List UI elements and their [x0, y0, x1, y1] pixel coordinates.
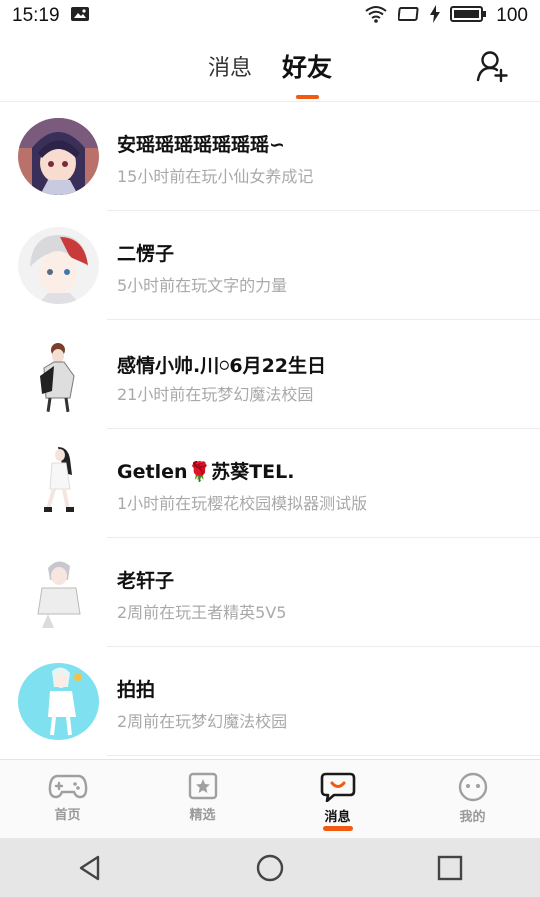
status-time: 15:19	[12, 5, 60, 26]
friend-row[interactable]: 老轩子 2周前在玩王者精英5V5	[0, 538, 540, 647]
status-right: 100	[364, 4, 528, 28]
avatar[interactable]	[18, 336, 99, 413]
add-friend-button[interactable]	[472, 46, 512, 86]
header: 消息 好友	[0, 32, 540, 102]
nav-label: 精选	[189, 808, 216, 823]
screen-icon	[397, 5, 420, 28]
friend-name: Getlen🌹苏葵TEL.	[117, 461, 295, 483]
status-bar: 15:19 100	[0, 0, 540, 32]
star-card-icon	[188, 772, 217, 800]
friend-status: 1小时前在玩樱花校园模拟器测试版	[117, 494, 368, 513]
active-tab-indicator	[296, 95, 319, 99]
home-circle-icon	[256, 854, 284, 881]
face-icon	[458, 772, 487, 802]
friend-row[interactable]: Getlen🌹苏葵TEL. 1小时前在玩樱花校园模拟器测试版	[0, 429, 540, 538]
gamepad-icon	[48, 774, 87, 799]
friend-status: 21小时前在玩梦幻魔法校园	[117, 385, 314, 404]
nav-label: 消息	[324, 810, 351, 825]
friend-name: 安瑶瑶瑶瑶瑶瑶瑶∽	[117, 134, 285, 156]
back-button[interactable]	[60, 848, 120, 888]
friend-name: 二愣子	[117, 243, 175, 265]
gallery-notification-icon	[70, 6, 90, 27]
avatar[interactable]	[18, 554, 99, 631]
friends-screen: 15:19 100 消息 好友 安瑶瑶瑶瑶瑶瑶瑶∽ 15小时前在玩小仙女养成记 …	[0, 0, 540, 897]
friend-name: 拍拍	[117, 679, 156, 701]
recents-square-icon	[437, 855, 463, 880]
friend-row[interactable]: 二愣子 5小时前在玩文字的力量	[0, 211, 540, 320]
tab-messages[interactable]: 消息	[208, 50, 252, 82]
recents-button[interactable]	[420, 848, 480, 888]
nav-label: 首页	[54, 808, 81, 823]
wifi-icon	[364, 5, 388, 28]
nav-active-indicator	[322, 826, 353, 831]
friend-row[interactable]: 安瑶瑶瑶瑶瑶瑶瑶∽ 15小时前在玩小仙女养成记	[0, 102, 540, 211]
friend-status: 5小时前在玩文字的力量	[117, 276, 288, 295]
charging-icon	[430, 4, 441, 28]
friend-name: 感情小帅.川𓏸6月22生日	[117, 355, 327, 377]
nav-label: 我的	[459, 810, 486, 825]
friend-name: 老轩子	[117, 570, 175, 592]
friend-list: 安瑶瑶瑶瑶瑶瑶瑶∽ 15小时前在玩小仙女养成记 二愣子 5小时前在玩文字的力量	[0, 102, 540, 756]
friend-status: 2周前在玩王者精英5V5	[117, 603, 287, 622]
nav-messages[interactable]: 消息	[270, 760, 405, 838]
tab-friends[interactable]: 好友	[282, 48, 332, 84]
system-nav-bar	[0, 838, 540, 897]
battery-icon	[450, 5, 487, 28]
avatar[interactable]	[18, 227, 99, 304]
back-triangle-icon	[79, 855, 100, 880]
friend-status: 2周前在玩梦幻魔法校园	[117, 712, 288, 731]
nav-featured[interactable]: 精选	[135, 760, 270, 838]
avatar[interactable]	[18, 663, 99, 740]
avatar[interactable]	[18, 445, 99, 522]
chat-bubble-icon	[320, 772, 355, 802]
nav-home[interactable]: 首页	[0, 760, 135, 838]
friend-status: 15小时前在玩小仙女养成记	[117, 167, 314, 186]
add-user-icon	[476, 51, 508, 83]
home-button[interactable]	[240, 848, 300, 888]
friend-row[interactable]: 感情小帅.川𓏸6月22生日 21小时前在玩梦幻魔法校园	[0, 320, 540, 429]
bottom-nav: 首页 精选 消息 我的	[0, 759, 540, 838]
battery-level: 100	[496, 5, 528, 26]
nav-profile[interactable]: 我的	[405, 760, 540, 838]
friend-row[interactable]: 拍拍 2周前在玩梦幻魔法校园	[0, 647, 540, 756]
avatar[interactable]	[18, 118, 99, 195]
status-left: 15:19	[12, 5, 90, 27]
